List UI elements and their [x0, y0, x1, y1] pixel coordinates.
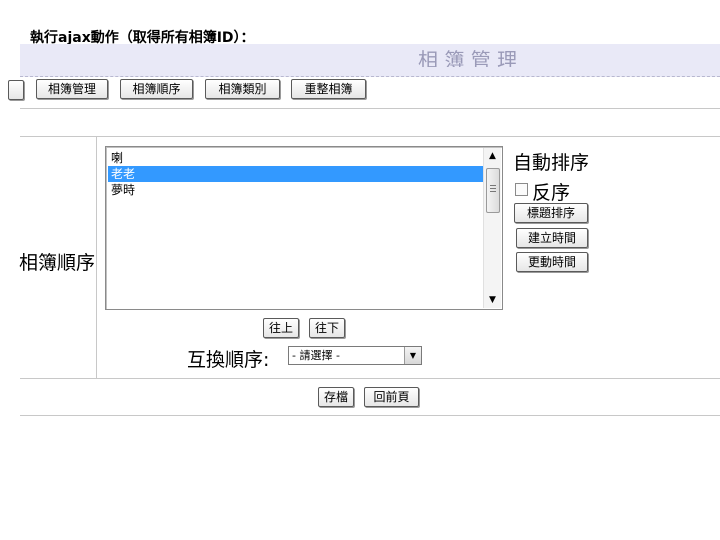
dropdown-arrow-icon[interactable]: ▼: [404, 347, 421, 364]
listbox-scrollbar[interactable]: ▲ ▼: [483, 148, 501, 308]
auto-sort-label: 自動排序: [513, 152, 590, 174]
scroll-down-arrow-icon[interactable]: ▼: [484, 292, 501, 308]
swap-order-select-value: - 請選擇 -: [292, 349, 340, 362]
column-divider: [96, 137, 97, 378]
album-manage-button[interactable]: 相簿管理: [36, 79, 108, 99]
sort-by-modified-button[interactable]: 更動時間: [516, 252, 588, 272]
rebuild-albums-button[interactable]: 重整相簿: [291, 79, 366, 99]
reverse-label: 反序: [532, 182, 571, 204]
sort-by-title-button[interactable]: 標題排序: [514, 203, 588, 223]
scroll-up-arrow-icon[interactable]: ▲: [484, 148, 501, 164]
move-down-button[interactable]: 往下: [309, 318, 345, 338]
divider: [20, 108, 720, 109]
list-item[interactable]: 喇: [108, 150, 486, 166]
divider: [20, 136, 720, 137]
divider: [20, 415, 720, 416]
sort-by-created-button[interactable]: 建立時間: [516, 228, 588, 248]
move-up-button[interactable]: 往上: [263, 318, 299, 338]
divider: [20, 378, 720, 379]
album-order-listbox[interactable]: 喇 老老 夢時 ▲ ▼: [105, 146, 503, 310]
album-order-button[interactable]: 相簿順序: [120, 79, 193, 99]
save-button[interactable]: 存檔: [318, 387, 354, 407]
toolbar-edge-button[interactable]: [8, 80, 24, 100]
back-button[interactable]: 回前頁: [364, 387, 419, 407]
scroll-thumb[interactable]: [486, 168, 500, 213]
list-item-selected[interactable]: 老老: [108, 166, 486, 182]
swap-order-label: 互換順序:: [187, 349, 270, 371]
reverse-checkbox[interactable]: [515, 183, 528, 196]
header-title: 相 簿 管 理: [418, 48, 518, 67]
header-strip: [20, 44, 720, 77]
album-category-button[interactable]: 相簿類別: [205, 79, 280, 99]
swap-order-select[interactable]: - 請選擇 - ▼: [288, 346, 422, 365]
list-item[interactable]: 夢時: [108, 182, 486, 198]
row-label-album-order: 相簿順序: [19, 252, 95, 274]
